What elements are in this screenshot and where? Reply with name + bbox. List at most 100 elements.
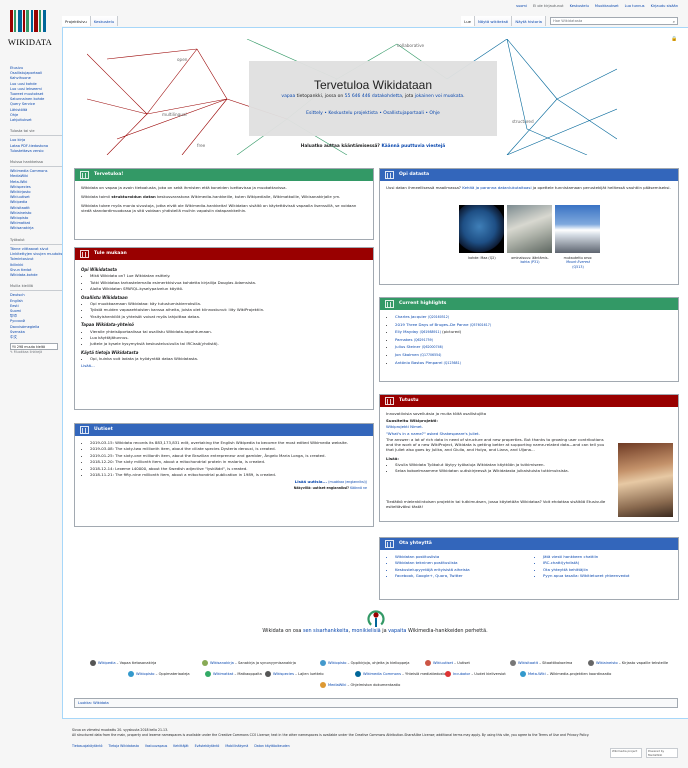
wm-l2[interactable]: monikielisiä [352, 628, 381, 634]
highlight-qid[interactable]: (Q123681) [444, 361, 461, 365]
sister-project-name[interactable]: Wikiopisto [328, 661, 347, 665]
contact-link[interactable]: Wikidatan tekninen postituslista [395, 560, 524, 565]
join-list-item[interactable]: Juttele ja kysele kysymyksiä keskustelus… [90, 341, 367, 346]
sister-project[interactable]: Wikiuutiset – Uutiset [425, 658, 470, 669]
join-list-item[interactable]: Mikä Wikidata on? Lue Wikidatan esittely… [90, 273, 367, 278]
join-list-item[interactable]: Aloita Wikidatan SPARQL-kyselypalvelun k… [90, 286, 367, 291]
sister-project-name[interactable]: Wikisanakirja [210, 661, 234, 665]
edit-links-link[interactable]: ✎ Muokkaa linkkejä [10, 350, 62, 355]
tab-project-page[interactable]: Projektisivu [62, 16, 91, 26]
highlight-qid[interactable]: (Q57601617) [470, 323, 491, 327]
join-list-item[interactable]: Tutki Wikidataa tarkastelemalla esimerkk… [90, 280, 367, 285]
join-more-link[interactable]: Lisää... [81, 363, 367, 368]
wm-l3[interactable]: vapaita [388, 628, 406, 634]
search-input[interactable]: Hae Wikidatasta ⌕ [550, 17, 678, 25]
wikimedia-logo-icon[interactable] [367, 610, 385, 628]
wikidata-logo[interactable]: WIKIDATA [6, 6, 54, 54]
highlight-title-link[interactable]: Parnakes [395, 337, 412, 342]
link-free[interactable]: vapaa [281, 94, 295, 99]
footer-link[interactable]: Vastuuvapaus [145, 744, 167, 749]
personal-login[interactable]: Kirjaudu sisään [651, 4, 678, 9]
welcome-link[interactable]: Esittely [306, 111, 323, 116]
sister-project-name[interactable]: Wikiopisto [136, 672, 155, 676]
sister-project[interactable]: Wikiaineisto – Kirjasto vapaille tekstei… [588, 658, 668, 669]
mount-everest-image[interactable] [555, 205, 600, 253]
link-anyone-can-edit[interactable]: jokainen voi muokata [415, 94, 463, 99]
sidebar-item-main[interactable]: Lahjoitukset [10, 118, 62, 123]
join-list-item[interactable]: Opi muokkaamaan Wikidataa: käy tutustumi… [90, 301, 367, 306]
footer-link[interactable]: Kehittäjät [173, 744, 188, 749]
explore-more-item[interactable]: Selaa kokoelmaamme Wikidatan uutiskirjee… [395, 468, 610, 473]
personal-contribs[interactable]: Muokkaukset [595, 4, 619, 9]
welcome-link[interactable]: Ohje [429, 111, 439, 116]
contact-link[interactable]: Ota yhteyttä kehittäjiin [543, 567, 672, 572]
link-item-count[interactable]: 55 646 446 datakohdetta [345, 94, 402, 99]
sister-project[interactable]: Wikisanakirja – Sanakirja ja synonyymisa… [202, 658, 296, 669]
edit-news-link[interactable]: (muokkaa (englanniksi)) [328, 480, 367, 484]
sidebar-heading-print[interactable]: Tulosta tai vie [10, 129, 62, 137]
join-list-item[interactable]: Opi, kuinka voit ladata ja hyödyntää dat… [90, 356, 367, 361]
caption-value-l3[interactable]: (Q513) [552, 265, 604, 269]
sister-project[interactable]: Wikisitaatit – Sitaattikokoelma [510, 658, 572, 669]
search-icon[interactable]: ⌕ [673, 19, 675, 24]
tab-view-source[interactable]: Näytä wikiteksti [474, 16, 513, 26]
data-literacy-link[interactable]: Kehitä ja paranna datanlukutaitoasi [462, 185, 531, 190]
sister-project-name[interactable]: Wikiaineisto [596, 661, 618, 665]
sister-project-name[interactable]: MediaWiki [328, 683, 346, 687]
sister-project[interactable]: Wikiopisto – Oppikirjoja, ohjeita ja kie… [320, 658, 409, 669]
contact-link[interactable]: Keskustelupyyntöjä erityisistä aiheista [395, 567, 524, 572]
juliet-painting-image[interactable] [618, 443, 673, 517]
sister-project-name[interactable]: Wikispecies [273, 672, 294, 676]
sister-project[interactable]: Wikipedia – Vapaa tietosanakirja [90, 658, 156, 669]
sister-project-name[interactable]: Wikimedia Commons [363, 672, 401, 676]
sister-project[interactable]: Wikimedia Commons – Yhteisiä mediatiedos… [355, 669, 449, 680]
book-image[interactable] [507, 205, 552, 253]
earth-image[interactable] [459, 205, 504, 253]
highlight-title-link[interactable]: 2019 Three Days of Bruges–De Panne [395, 322, 469, 327]
category-wikidata-link[interactable]: Wikidata [93, 701, 109, 705]
tab-discussion[interactable]: Keskustelu [90, 16, 119, 26]
sister-project-name[interactable]: Wikiuutiset [433, 661, 453, 665]
contact-link[interactable]: Facebook, Google+, Quora, Twitter [395, 573, 524, 578]
highlight-title-link[interactable]: António Bastos Pimparel [395, 360, 442, 365]
footer-link[interactable]: Datan käyttöoikeuden [254, 744, 289, 749]
sister-project[interactable]: Wikispecies – Lajien luettelo [265, 669, 324, 680]
sidebar-item-other[interactable]: Wikisanakirja [10, 226, 62, 231]
sister-project[interactable]: Incubator – Uudet kieliversiot [445, 669, 506, 680]
join-list-item[interactable]: Vieraile yhteisöportaalissa tai osallist… [90, 329, 367, 334]
sister-project-name[interactable]: Wikimatkat [213, 672, 233, 676]
personal-language[interactable]: suomi [516, 4, 527, 9]
contact-link[interactable]: Pyyn apua tasalla: Wikitietueet yhteenve… [543, 573, 672, 578]
sidebar-item-langs[interactable]: 中文 [10, 335, 62, 340]
sister-project[interactable]: MediaWiki – Ohjelmiston dokumentaatio [320, 680, 400, 691]
footer-link[interactable]: Mobiilinäkymä [225, 744, 248, 749]
highlight-title-link[interactable]: Jon Skolmen [395, 352, 419, 357]
highlight-title-link[interactable]: Charles Jacquier [395, 314, 427, 319]
wikimedia-project-badge[interactable]: Wikimedia project [610, 748, 642, 758]
footer-link[interactable]: Tietosuojakäytäntö [72, 744, 102, 749]
join-list-item[interactable]: Työstä muiden vapaaehtoisten kanssa aihe… [90, 307, 367, 312]
welcome-link[interactable]: Keskustelu projektista [328, 111, 377, 116]
tab-history[interactable]: Näytä historia [512, 16, 546, 26]
personal-create-account[interactable]: Luo tunnus [625, 4, 645, 9]
caption-property-l2[interactable]: kohta (P31) [504, 260, 556, 264]
sidebar-heading-tools[interactable]: Työkalut [10, 238, 62, 245]
highlight-qid[interactable]: (Q62000746) [422, 345, 443, 349]
sister-project[interactable]: Wikimatkat – Matkaoppaita [205, 669, 262, 680]
welcome-link[interactable]: Osallistujaportaali [383, 111, 424, 116]
more-languages-button[interactable]: Yli 298 muuta kieltä [10, 343, 58, 351]
highlight-qid[interactable]: (Q61988911) [420, 330, 441, 334]
highlight-title-link[interactable]: Julius Steiner [395, 344, 420, 349]
highlight-qid[interactable]: (Q17706554) [420, 353, 441, 357]
personal-talk[interactable]: Keskustelu [570, 4, 589, 9]
highlight-title-link[interactable]: Elly Mayday [395, 329, 418, 334]
sister-project[interactable]: Wikiopisto – Oppimateriaaleja [128, 669, 190, 680]
powered-by-mediawiki-badge[interactable]: Powered by MediaWiki [646, 748, 678, 758]
sister-project-name[interactable]: Meta-Wiki [528, 672, 546, 676]
highlight-qid[interactable]: (Q20160512) [428, 315, 449, 319]
sister-project-name[interactable]: Wikisitaatit [518, 661, 538, 665]
join-list-item[interactable]: Yksityishenkilöt ja yhteisöt voivat myös… [90, 314, 367, 319]
sister-project[interactable]: Meta-Wiki – Wikimedia-projektien koordin… [520, 669, 611, 680]
more-news-link[interactable]: Lisää uutisia... [295, 479, 327, 484]
footer-link[interactable]: Evästekäytäntö [195, 744, 220, 749]
